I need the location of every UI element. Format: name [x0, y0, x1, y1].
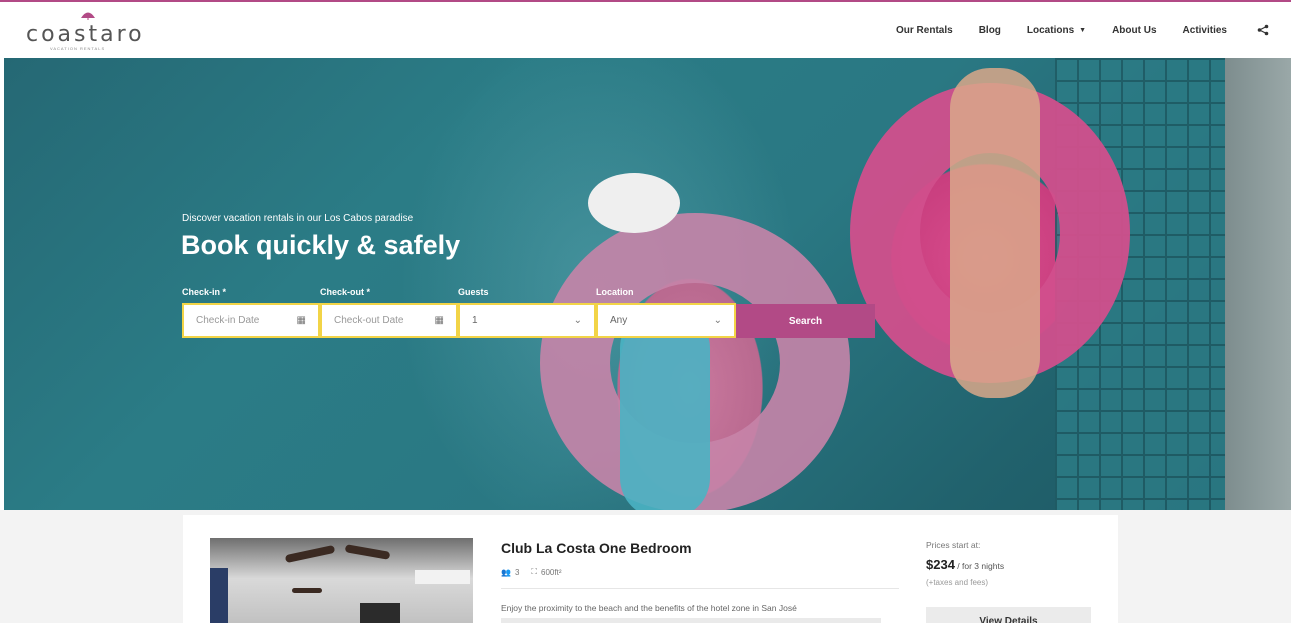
description-overflow: [501, 618, 881, 623]
price-label: Prices start at:: [926, 540, 981, 550]
site-header: coastaro VACATION RENTALS Our Rentals Bl…: [0, 2, 1291, 58]
view-details-button[interactable]: View Details: [926, 607, 1091, 623]
checkout-label: Check-out *: [320, 287, 371, 297]
guests-icon: 👥: [501, 567, 511, 577]
checkin-label: Check-in *: [182, 287, 227, 297]
price-row: $234 / for 3 nights: [926, 557, 1004, 572]
guests-value: 1: [472, 315, 478, 326]
chevron-down-icon: ⌄: [713, 315, 722, 326]
location-value: Any: [610, 315, 628, 326]
ceiling-fan-image: [284, 544, 336, 564]
listing-photo[interactable]: [210, 538, 473, 623]
location-label: Location: [596, 287, 634, 297]
guests-select[interactable]: 1 ⌄: [458, 303, 596, 338]
calendar-icon: ▦: [296, 315, 306, 326]
chevron-down-icon: ⌄: [573, 315, 582, 326]
area-value: 600ft²: [541, 567, 562, 577]
sun-hat-image: [588, 173, 680, 233]
nav-our-rentals[interactable]: Our Rentals: [896, 25, 953, 36]
price-period: / for 3 nights: [957, 561, 1005, 571]
calendar-icon: ▦: [434, 315, 444, 326]
nav-label: About Us: [1112, 24, 1157, 36]
nav-label: Activities: [1182, 24, 1227, 36]
air-conditioner-image: [415, 570, 470, 584]
swimmer-image: [950, 68, 1040, 398]
nav-activities[interactable]: Activities: [1183, 25, 1227, 36]
nav-blog[interactable]: Blog: [979, 25, 1001, 36]
umbrella-icon: [81, 12, 95, 20]
nav-locations[interactable]: Locations ▼: [1027, 25, 1086, 36]
checkout-placeholder: Check-out Date: [334, 315, 404, 326]
price-note: (+taxes and fees): [926, 578, 989, 587]
checkout-date-field[interactable]: Check-out Date ▦: [320, 303, 458, 338]
logo-subtext: VACATION RENTALS: [50, 46, 106, 51]
listing-meta: 👥 3 ⛶ 600ft²: [501, 567, 566, 577]
hero-edge: [0, 58, 4, 510]
window-image: [210, 568, 228, 623]
price-value: $234: [926, 557, 955, 572]
hero-title: Book quickly & safely: [181, 230, 461, 260]
pool-wall-image: [1225, 58, 1291, 510]
location-select[interactable]: Any ⌄: [596, 303, 736, 338]
hero-subtitle: Discover vacation rentals in our Los Cab…: [182, 213, 414, 224]
site-logo[interactable]: coastaro VACATION RENTALS: [26, 10, 146, 51]
checkin-date-field[interactable]: Check-in Date ▦: [182, 303, 320, 338]
guests-label: Guests: [458, 287, 489, 297]
area-icon: ⛶: [531, 567, 538, 576]
listing-card: Club La Costa One Bedroom 👥 3 ⛶ 600ft² E…: [183, 515, 1118, 623]
nav-label: Blog: [978, 24, 1001, 36]
chevron-down-icon: ▼: [1079, 26, 1087, 34]
listing-title[interactable]: Club La Costa One Bedroom: [501, 540, 692, 556]
main-nav: Our Rentals Blog Locations ▼ About Us Act…: [870, 2, 1269, 58]
listing-description: Enjoy the proximity to the beach and the…: [501, 603, 797, 613]
nav-label: Our Rentals: [896, 24, 953, 36]
share-icon[interactable]: [1257, 24, 1269, 36]
logo-text: coastaro: [26, 22, 145, 47]
hero-banner: Discover vacation rentals in our Los Cab…: [0, 58, 1291, 510]
ceiling-fan-image: [292, 588, 322, 593]
divider: [501, 588, 899, 589]
nav-about-us[interactable]: About Us: [1112, 25, 1156, 36]
swimmer-image: [620, 308, 710, 510]
ceiling-fan-image: [344, 544, 391, 560]
nav-label: Locations: [1026, 24, 1075, 36]
checkin-placeholder: Check-in Date: [196, 315, 260, 326]
tv-image: [360, 603, 400, 623]
guests-count: 3: [514, 567, 520, 577]
search-button[interactable]: Search: [736, 304, 875, 338]
